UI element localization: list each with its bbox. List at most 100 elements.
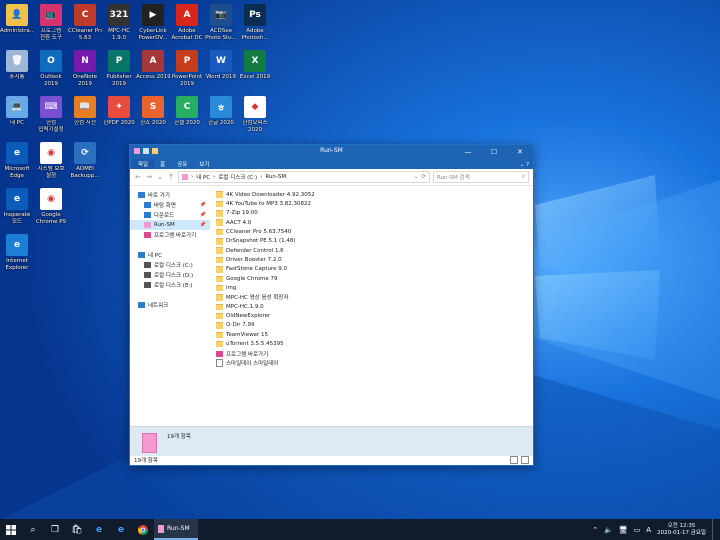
desktop-shortcut[interactable]: O Outlook 2019 <box>34 50 68 87</box>
desktop-shortcut[interactable]: Ps Adobe Photosh... <box>238 4 272 41</box>
refresh-icon[interactable]: ⟳ <box>421 174 426 180</box>
speaker-icon[interactable]: 🔈 <box>604 526 613 534</box>
breadcrumb-run-sm[interactable]: Run-SM <box>265 174 286 180</box>
desktop-shortcut-label: Word 2019 <box>206 74 236 80</box>
desktop-shortcut[interactable]: W Word 2019 <box>204 50 238 81</box>
desktop-shortcut[interactable]: N OneNote 2019 <box>68 50 102 87</box>
list-item[interactable]: Q-Dir 7.99 <box>216 321 315 330</box>
forward-button[interactable]: → <box>145 173 153 181</box>
list-item[interactable]: 4K Video Downloader 4.92.3052 <box>216 190 315 199</box>
desktop-shortcut[interactable]: e Inoperate 모드 <box>0 188 34 225</box>
edge-icon[interactable]: e <box>88 519 110 540</box>
tab-share[interactable]: 공유 <box>171 159 193 169</box>
details-view-icon[interactable] <box>510 456 518 464</box>
desktop-shortcut[interactable]: ✦ 한PDF 2020 <box>102 96 136 127</box>
desktop-shortcut[interactable]: 📷 ACDSee Photo Stu... <box>204 4 238 41</box>
breadcrumb-local-disk-c[interactable]: 로컬 디스크 (C:) <box>218 173 257 181</box>
minimize-button[interactable]: — <box>455 145 481 158</box>
title-bar[interactable]: Run-SM — ☐ ✕ <box>130 145 533 158</box>
nav-item[interactable]: 내 PC <box>130 250 210 260</box>
list-item[interactable]: 4K YouTube to MP3 3.82.30822 <box>216 199 315 208</box>
search-input[interactable]: Run-SM 검색 ⌕ <box>433 171 529 183</box>
close-button[interactable]: ✕ <box>507 145 533 158</box>
list-item[interactable]: Defender Control 1.6 <box>216 246 315 255</box>
desktop-shortcut[interactable]: C CCleaner Pro 5.63 <box>68 4 102 41</box>
list-item[interactable]: Driver Booster 7.2.0 <box>216 255 315 264</box>
tab-view[interactable]: 보기 <box>193 159 215 169</box>
list-item[interactable]: MPC-HC 영상 음성 확장자 <box>216 293 315 302</box>
clock[interactable]: 오전 12:35 2020-01-17 금요일 <box>657 523 706 537</box>
nav-item[interactable]: 다운로드 📌 <box>130 210 210 220</box>
network-icon[interactable]: 🖥 <box>619 526 628 534</box>
nav-item[interactable]: 프로그램 바로가기 <box>130 230 210 240</box>
help-icon[interactable]: ⌄ ? <box>514 161 533 169</box>
list-item[interactable]: Google Chrome 79 <box>216 274 315 283</box>
list-item[interactable]: AACT 4.0 <box>216 218 315 227</box>
nav-item[interactable]: 바로 가기 <box>130 190 210 200</box>
desktop-shortcut[interactable]: ㅎ 한글 2020 <box>204 96 238 127</box>
address-box[interactable]: › 내 PC › 로컬 디스크 (C:) › Run-SM ⌄ ⟳ <box>178 171 430 183</box>
maximize-button[interactable]: ☐ <box>481 145 507 158</box>
up-button[interactable]: ↑ <box>167 173 175 181</box>
desktop-shortcut[interactable]: 321 MPC-HC 1.9.0 <box>102 4 136 41</box>
nav-item[interactable]: 바탕 화면 📌 <box>130 200 210 210</box>
recent-locations-button[interactable]: ⌄ <box>156 173 164 181</box>
desktop-shortcut[interactable]: C 한셀 2020 <box>170 96 204 127</box>
explorer-window[interactable]: Run-SM — ☐ ✕ 파일 홈 공유 보기 ⌄ ? ← → ⌄ ↑ › 내 … <box>129 144 534 466</box>
search-icon[interactable]: ⌕ <box>22 519 44 540</box>
list-item[interactable]: 스마일데이 스마일데이 <box>216 358 315 367</box>
desktop-shortcut[interactable]: ⟳ AOMEI Backupp... <box>68 142 102 179</box>
list-item[interactable]: OldNewExplorer <box>216 311 315 320</box>
desktop-shortcut[interactable]: e Internet Explorer <box>0 234 34 271</box>
list-item[interactable]: 7-Zip 19.00 <box>216 209 315 218</box>
nav-item[interactable]: Run-SM 📌 <box>130 220 210 230</box>
desktop-shortcut[interactable]: X Excel 2019 <box>238 50 272 81</box>
desktop-shortcut[interactable]: 📖 한컴 사전 <box>68 96 102 127</box>
list-item[interactable]: CCleaner Pro 5.63.7540 <box>216 227 315 236</box>
list-item[interactable]: TeamViewer 15 <box>216 330 315 339</box>
start-button[interactable] <box>0 519 22 540</box>
show-desktop-button[interactable] <box>712 519 716 540</box>
task-view-icon[interactable]: ❐ <box>44 519 66 540</box>
list-item[interactable]: MPC-HC.1.9.0 <box>216 302 315 311</box>
desktop-shortcut[interactable]: P Publisher 2019 <box>102 50 136 87</box>
breadcrumb-my-pc[interactable]: 내 PC <box>196 173 210 181</box>
chevron-up-icon[interactable]: ⌃ <box>592 526 598 534</box>
ribbon-tabs: 파일 홈 공유 보기 ⌄ ? <box>130 158 533 169</box>
back-button[interactable]: ← <box>134 173 142 181</box>
notification-icon[interactable]: ▭ <box>634 526 641 534</box>
desktop-shortcut[interactable]: ▶ CyberLink PowerDV... <box>136 4 170 41</box>
internet-explorer-icon[interactable]: e <box>110 519 132 540</box>
desktop-shortcut[interactable]: A Adobe Acrobat DC <box>170 4 204 41</box>
desktop-shortcut[interactable]: S 한쇼 2020 <box>136 96 170 127</box>
tab-file[interactable]: 파일 <box>132 159 155 169</box>
nav-item[interactable]: 네트워크 <box>130 300 210 310</box>
desktop-shortcut[interactable]: 👤 Administra... <box>0 4 34 35</box>
desktop-shortcut[interactable]: ◉ Google Chrome P9 <box>34 188 68 225</box>
list-item[interactable]: img <box>216 283 315 292</box>
ime-indicator[interactable]: A <box>646 526 651 534</box>
desktop-shortcut[interactable]: ◉ 시스템 보호 설정 <box>34 142 68 179</box>
store-icon[interactable]: 🛍 <box>66 519 88 540</box>
app-icon: 💻 <box>6 96 28 118</box>
taskbar-item-run-sm[interactable]: Run-SM <box>154 519 198 540</box>
desktop-shortcut[interactable]: 🗑 휴지통 <box>0 50 34 81</box>
list-item[interactable]: DrSnapshot PE 5.1 (1.48) <box>216 237 315 246</box>
chrome-icon[interactable] <box>132 519 154 540</box>
large-icons-view-icon[interactable] <box>521 456 529 464</box>
desktop-shortcut[interactable]: ⌨ 한컴 입력기설정 <box>34 96 68 133</box>
list-item[interactable]: uTorrent 3.5.5.45395 <box>216 340 315 349</box>
desktop-shortcut[interactable]: 💻 내 PC <box>0 96 34 127</box>
list-item[interactable]: 프로그램 바로가기 <box>216 349 315 358</box>
desktop-shortcut[interactable]: e Microsoft Edge <box>0 142 34 179</box>
nav-item[interactable]: 로컬 디스크 (C:) <box>130 260 210 270</box>
chevron-down-icon[interactable]: ⌄ <box>414 174 419 180</box>
nav-item[interactable]: 로컬 디스크 (D:) <box>130 270 210 280</box>
nav-item[interactable]: 로컬 디스크 (E:) <box>130 280 210 290</box>
desktop-shortcut[interactable]: 📺 프로그램 전환 도구 <box>34 4 68 41</box>
tab-home[interactable]: 홈 <box>154 159 171 169</box>
desktop-shortcut[interactable]: P PowerPoint 2019 <box>170 50 204 87</box>
list-item[interactable]: FastStone Capture 9.0 <box>216 265 315 274</box>
desktop-shortcut[interactable]: A Access 2019 <box>136 50 170 81</box>
desktop-shortcut[interactable]: ◆ 한컴오피스 2020 <box>238 96 272 133</box>
